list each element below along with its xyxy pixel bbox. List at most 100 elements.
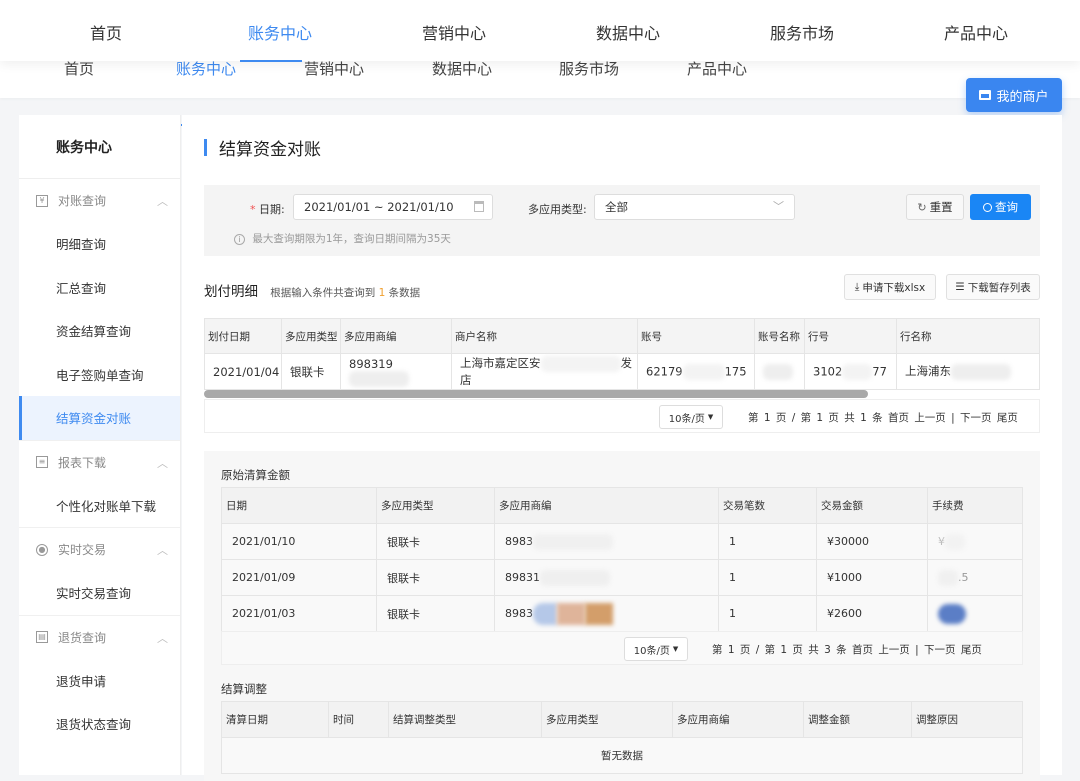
cell-amount: ¥30000: [816, 523, 928, 560]
redacted-blur: [938, 569, 958, 586]
nav-item-products-under[interactable]: 产品中心: [687, 58, 747, 79]
app-type-select[interactable]: 全部 ﹀: [594, 194, 795, 220]
download-list-label: 下载暂存列表: [967, 281, 1031, 294]
table-row[interactable]: 2021/01/10 银联卡 8983 1 ¥30000 ¥: [221, 523, 1023, 560]
download-list-button[interactable]: ☰ 下载暂存列表: [946, 274, 1040, 300]
prev-page-link[interactable]: 上一页: [878, 644, 910, 656]
last-page-link[interactable]: 尾页: [961, 644, 982, 656]
sidebar-item-detail-query[interactable]: 明细查询: [19, 222, 180, 266]
download-xlsx-button[interactable]: ⤓ 申请下载xlsx: [844, 274, 936, 300]
nav-item-accounts-under[interactable]: 账务中心: [176, 58, 236, 79]
nav-item-services[interactable]: 服务市场: [770, 20, 834, 44]
sidebar-item-summary-query[interactable]: 汇总查询: [19, 266, 180, 310]
nav-item-home-under[interactable]: 首页: [64, 58, 94, 79]
column-header: 多应用类型: [541, 701, 673, 738]
table-row[interactable]: 2021/01/04 银联卡 898319 上海市嘉定区安 发店 62179 175…: [204, 353, 1040, 390]
caret-down-icon: ▼: [707, 413, 714, 421]
nav-item-data-under[interactable]: 数据中心: [432, 58, 492, 79]
merchant-id-text: 8983: [505, 606, 533, 620]
redacted-blur: [585, 602, 613, 625]
sidebar-group-header[interactable]: ▤ 退货查询 ︿: [19, 616, 180, 659]
sidebar-item-custom-statement-download[interactable]: 个性化对账单下载: [19, 484, 180, 528]
redacted-blur: [533, 533, 613, 550]
cell-type: 银联卡: [376, 595, 495, 632]
cell-date: 2021/01/04: [204, 353, 282, 390]
cell-merchant-id: 898319: [340, 353, 452, 390]
column-header: 交易金额: [816, 487, 928, 524]
horizontal-scrollbar[interactable]: [204, 390, 868, 398]
sidebar-item-fund-settlement-query[interactable]: 资金结算查询: [19, 309, 180, 353]
nav-item-marketing-under[interactable]: 营销中心: [304, 58, 364, 79]
sidebar-item-refund-status[interactable]: 退货状态查询: [19, 702, 180, 746]
app-type-value: 全部: [605, 200, 628, 214]
nav-item-home[interactable]: 首页: [90, 20, 122, 44]
redacted-blur: [682, 363, 725, 380]
my-merchant-button[interactable]: 我的商户: [966, 78, 1062, 112]
sidebar-item-settlement-reconciliation[interactable]: 结算资金对账: [19, 396, 180, 440]
payout-subtitle: 根据输入条件共查询到 1 条数据: [270, 287, 420, 299]
merchant-name-text: 上海市嘉定区安: [460, 356, 541, 371]
pagination-info: 第 1 页 / 第 1 页 共 1 条 首页 上一页 | 下一页 尾页: [748, 410, 1018, 425]
refresh-icon: ↻: [917, 200, 927, 214]
nav-item-products[interactable]: 产品中心: [944, 20, 1008, 44]
cell-type: 银联卡: [376, 559, 495, 596]
column-header: 结算调整类型: [388, 701, 542, 738]
cell-count: 1: [718, 523, 817, 560]
sidebar-group-header[interactable]: ≡ 报表下载 ︿: [19, 441, 180, 484]
sidebar-group-header[interactable]: ● 实时交易 ︿: [19, 528, 180, 571]
chevron-up-icon: ︿: [157, 195, 168, 208]
page-title-text: 结算资金对账: [219, 140, 321, 160]
pagination-info: 第 1 页 / 第 1 页 共 3 条 首页 上一页 | 下一页 尾页: [712, 642, 982, 657]
nav-item-services-under[interactable]: 服务市场: [559, 58, 619, 79]
my-merchant-label: 我的商户: [996, 89, 1049, 105]
sidebar-group-header[interactable]: ¥ 对账查询 ︿: [19, 179, 180, 222]
store-icon: [979, 90, 992, 100]
column-header: 多应用商编: [494, 487, 719, 524]
prev-page-link[interactable]: 上一页: [914, 412, 946, 424]
empty-text: 暂无数据: [221, 737, 1023, 774]
chevron-up-icon: ︿: [157, 456, 168, 470]
pager-separator: |: [951, 412, 955, 424]
redacted-blur: [349, 370, 409, 387]
sidebar-item-refund-apply[interactable]: 退货申请: [19, 659, 180, 703]
query-label: 查询: [995, 200, 1018, 214]
cell-fee: .5: [927, 559, 1023, 596]
page-size-value: 10条/页: [633, 645, 670, 657]
reset-button[interactable]: ↻ 重置: [906, 194, 964, 220]
column-header: 账号: [637, 318, 755, 354]
search-icon: [983, 202, 992, 212]
page-size-select[interactable]: 10条/页 ▼: [624, 637, 688, 661]
redacted-blur: [540, 569, 610, 586]
nav-item-accounts[interactable]: 账务中心: [248, 20, 312, 44]
date-label: * 日期:: [250, 201, 285, 217]
filter-panel: * 日期: 2021/01/01 ~ 2021/01/10 多应用类型: 全部 …: [204, 185, 1040, 256]
column-header: 划付日期: [204, 318, 282, 354]
empty-row: 暂无数据: [221, 737, 1023, 774]
last-page-link[interactable]: 尾页: [997, 412, 1018, 424]
first-page-link[interactable]: 首页: [888, 412, 909, 424]
nav-item-marketing[interactable]: 营销中心: [422, 20, 486, 44]
next-page-link[interactable]: 下一页: [924, 644, 956, 656]
reset-label: 重置: [929, 200, 953, 214]
table-row[interactable]: 2021/01/09 银联卡 89831 1 ¥1000 .5: [221, 559, 1023, 596]
page-size-select[interactable]: 10条/页 ▼: [659, 405, 723, 429]
query-button[interactable]: 查询: [970, 194, 1031, 220]
main-content: 结算资金对账 * 日期: 2021/01/01 ~ 2021/01/10 多应用…: [182, 115, 1062, 781]
sidebar-group-report-download: ≡ 报表下载 ︿ 个性化对账单下载: [19, 441, 180, 528]
fee-text: ¥: [938, 534, 945, 548]
next-page-link[interactable]: 下一页: [960, 412, 992, 424]
date-range-input[interactable]: 2021/01/01 ~ 2021/01/10: [293, 194, 493, 220]
query-hint: i 最大查询期限为1年，查询日期间隔为35天: [234, 231, 451, 246]
sidebar: 账务中心 ¥ 对账查询 ︿ 明细查询 汇总查询 资金结算查询 电子签购单查询 结…: [19, 115, 181, 775]
cell-bank-name: 上海浦东: [896, 353, 1040, 390]
sidebar-item-e-slip-query[interactable]: 电子签购单查询: [19, 353, 180, 397]
first-page-link[interactable]: 首页: [852, 644, 873, 656]
column-header: 交易笔数: [718, 487, 817, 524]
nav-item-data[interactable]: 数据中心: [596, 20, 660, 44]
original-amount-table: 日期 多应用类型 多应用商编 交易笔数 交易金额 手续费 2021/01/10 …: [221, 487, 1023, 632]
cell-fee: ¥: [927, 523, 1023, 560]
payout-pagination: 10条/页 ▼ 第 1 页 / 第 1 页 共 1 条 首页 上一页 | 下一页…: [204, 399, 1040, 433]
subtitle-prefix: 根据输入条件共查询到: [270, 287, 376, 299]
sidebar-item-realtime-query[interactable]: 实时交易查询: [19, 571, 180, 615]
table-row[interactable]: 2021/01/03 银联卡 8983 1 ¥2600: [221, 595, 1023, 632]
